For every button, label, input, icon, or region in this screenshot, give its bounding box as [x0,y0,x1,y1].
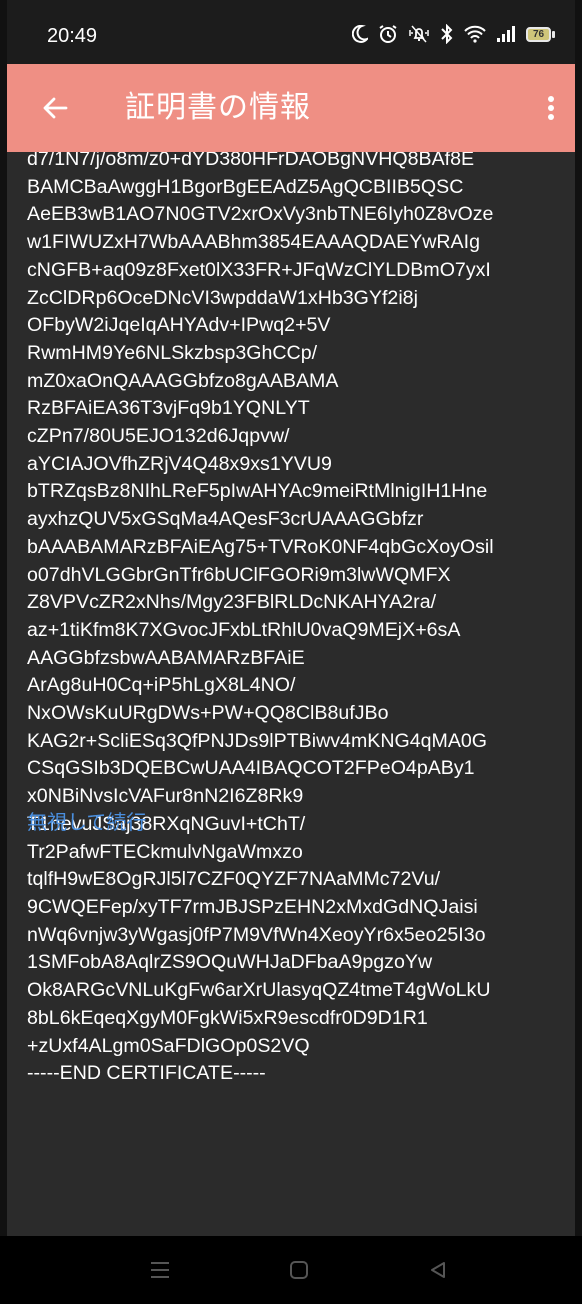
back-button[interactable] [35,88,75,128]
recent-apps-button[interactable] [120,1236,200,1304]
battery-level: 76 [526,26,551,42]
certificate-text: d7/1N7/j/o8m/z0+dYD380HFrDAOBgNVHQ8BAf8E… [27,152,494,1085]
page-title: 証明書の情報 [125,91,311,124]
more-options-button[interactable] [533,88,569,128]
back-nav-button[interactable] [398,1236,478,1304]
ignore-and-continue-link[interactable]: 無視して続行 [27,809,146,837]
screen: 20:49 76 証明書の情報 d7/1N7/j/o8m/z0+dYD380HF… [7,0,575,1304]
home-square-icon [290,1261,308,1279]
battery-icon: 76 [526,26,555,42]
vibrate-icon [408,24,430,44]
moon-icon [352,25,368,43]
signal-icon [496,25,516,43]
arrow-left-icon [43,97,68,119]
alarm-icon [378,24,398,44]
wifi-icon [464,25,486,43]
home-button[interactable] [259,1236,339,1304]
app-bar: 証明書の情報 [7,64,575,152]
bluetooth-icon [440,24,454,44]
more-vert-icon [548,96,554,120]
status-icons: 76 [352,21,555,47]
back-triangle-icon [431,1262,445,1278]
status-time: 20:49 [47,25,98,47]
status-bar: 20:49 76 [7,0,575,64]
certificate-content[interactable]: d7/1N7/j/o8m/z0+dYD380HFrDAOBgNVHQ8BAf8E… [7,152,575,1236]
navigation-bar [0,1236,582,1304]
menu-icon [151,1262,169,1278]
